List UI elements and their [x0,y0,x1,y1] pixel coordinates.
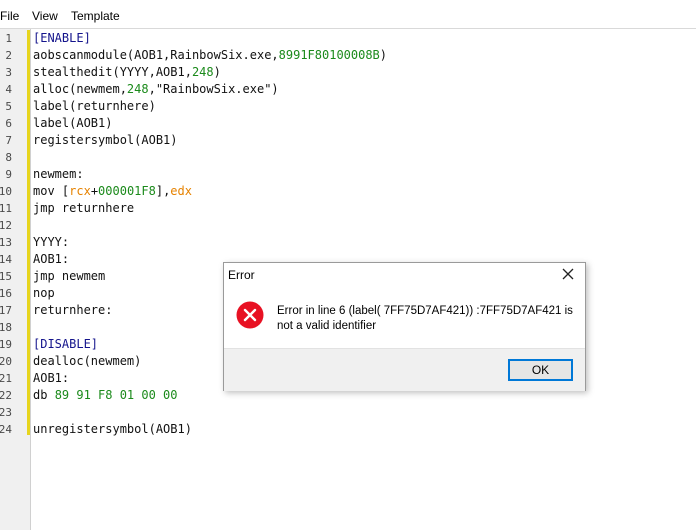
code-line: alloc(newmem,248,"RainbowSix.exe") [33,81,279,98]
line-number: 5 [5,100,12,113]
menu-view[interactable]: View [32,9,58,23]
code-token: [ENABLE] [33,31,91,45]
code-token: AOB1: [33,371,70,385]
line-number: 1 [5,32,12,45]
ok-button[interactable]: OK [508,359,573,381]
line-number: 2 [5,49,12,62]
code-line: [ENABLE] [33,30,91,47]
code-line: AOB1: [33,251,69,268]
code-token: db [33,388,55,402]
code-token: 8991F80100008B [278,48,380,62]
code-line: label(returnhere) [33,98,156,115]
error-message: Error in line 6 (label( 7FF75D7AF421)) :… [277,304,577,334]
line-number: 21 [0,372,12,385]
code-line: jmp newmem [33,268,105,285]
code-line: aobscanmodule(AOB1,RainbowSix.exe,8991F8… [33,47,387,64]
line-number: 23 [0,406,12,419]
error-message-line-1: Error in line 6 (label( 7FF75D7AF421)) :… [277,305,573,317]
code-line: YYYY: [33,234,69,251]
close-icon[interactable] [560,266,576,282]
code-token: newmem: [33,167,84,181]
code-line: label(AOB1) [33,115,112,132]
modified-lines-marker [27,30,30,435]
error-icon [236,301,264,329]
code-line: mov [rcx+000001F8],edx [33,183,192,200]
code-line: jmp returnhere [33,200,134,217]
line-number: 9 [5,168,12,181]
error-dialog: Error Error in line 6 (label( 7FF75D7AF4… [223,262,586,391]
code-token: registersymbol(AOB1) [33,133,178,147]
line-number: 18 [0,321,12,334]
dialog-footer: OK [224,348,585,391]
line-number: 19 [0,338,12,351]
code-line: registersymbol(AOB1) [33,132,178,149]
code-token: dealloc(newmem) [33,354,142,368]
code-line: stealthedit(YYYY,AOB1,248) [33,64,221,81]
code-token: 248 [126,82,149,96]
code-token: mov [ [33,184,70,198]
code-line: unregistersymbol(AOB1) [33,421,192,438]
error-message-line-2: not a valid identifier [277,320,377,332]
code-token: label(returnhere) [33,99,156,113]
code-token: + [90,184,99,198]
code-token: label(AOB1) [33,116,113,130]
code-token: 89 91 F8 01 00 00 [54,388,178,402]
code-token: aobscanmodule(AOB1,RainbowSix.exe, [33,48,279,62]
code-token: [DISABLE] [33,337,99,351]
code-token: jmp returnhere [33,201,135,215]
line-number: 10 [0,185,12,198]
line-number: 13 [0,236,12,249]
code-line: newmem: [33,166,84,183]
code-token: YYYY: [33,235,70,249]
line-number: 20 [0,355,12,368]
code-token: 248 [191,65,214,79]
code-token: stealthedit(YYYY,AOB1, [33,65,192,79]
code-token: unregistersymbol(AOB1) [33,422,192,436]
line-number: 4 [5,83,12,96]
code-token: ) [379,48,388,62]
code-token: ) [213,65,221,79]
menu-file[interactable]: File [0,9,19,23]
code-line: dealloc(newmem) [33,353,141,370]
line-number: 22 [0,389,12,402]
code-token: alloc(newmem, [33,82,127,96]
menu-bar: File View Template [0,0,696,29]
line-number: 8 [5,151,12,164]
code-token: ,"RainbowSix.exe") [148,82,279,96]
code-token: AOB1: [33,252,70,266]
line-number: 11 [0,202,12,215]
dialog-body: Error in line 6 (label( 7FF75D7AF421)) :… [224,288,585,348]
code-token: ], [155,184,171,198]
line-number: 14 [0,253,12,266]
code-line: returnhere: [33,302,112,319]
code-token: nop [33,286,55,300]
line-number: 17 [0,304,12,317]
code-line: AOB1: [33,370,69,387]
line-number: 7 [5,134,12,147]
line-number: 3 [5,66,12,79]
code-token: jmp newmem [33,269,106,283]
menu-template[interactable]: Template [71,9,120,23]
code-line: nop [33,285,55,302]
line-number: 16 [0,287,12,300]
line-number: 6 [5,117,12,130]
code-line: db 89 91 F8 01 00 00 [33,387,178,404]
code-token: returnhere: [33,303,113,317]
code-line: [DISABLE] [33,336,98,353]
line-number: 12 [0,219,12,232]
line-number: 15 [0,270,12,283]
code-token: rcx [69,184,91,198]
code-token: 000001F8 [98,184,156,198]
line-number: 24 [0,423,12,436]
code-token: edx [170,184,192,198]
dialog-title: Error [228,268,255,282]
